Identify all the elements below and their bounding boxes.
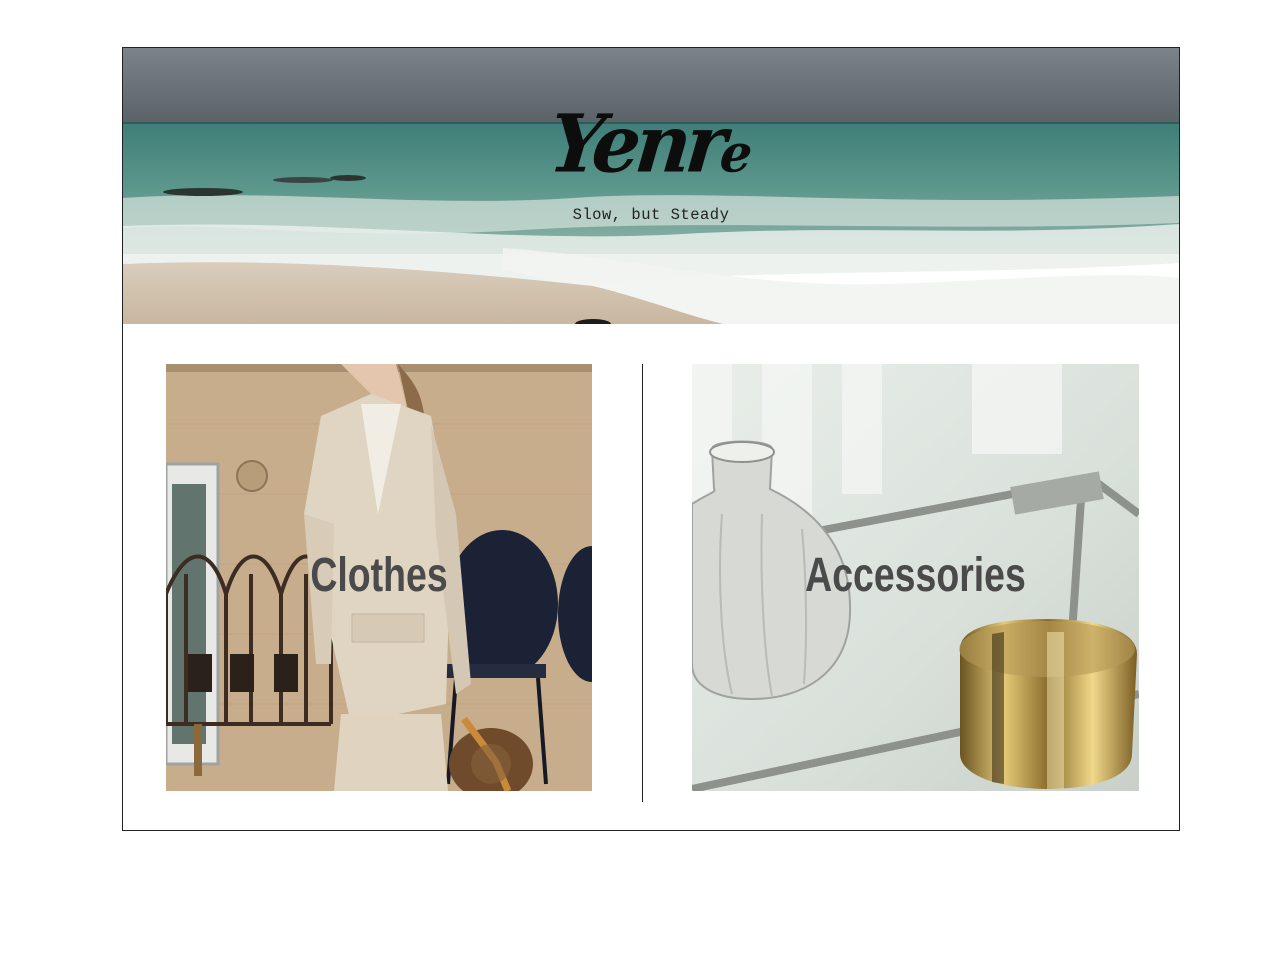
tagline: Slow, but Steady [572,206,730,224]
brand-logo[interactable]: Yenre [123,97,1179,190]
hero-banner: Yenre Slow, but Steady [123,48,1179,324]
category-label-clothes: Clothes [310,549,448,602]
logo-main: Yenr [545,96,727,191]
category-divider [642,364,643,802]
logo-tail: e [717,121,754,184]
page-frame: Yenre Slow, but Steady Clothes Accessori… [122,47,1180,831]
category-card-accessories[interactable]: Accessories [692,364,1139,791]
category-card-clothes[interactable]: Clothes [166,364,592,791]
logo-text: Yenre [546,97,755,190]
category-label-accessories: Accessories [805,549,1026,602]
